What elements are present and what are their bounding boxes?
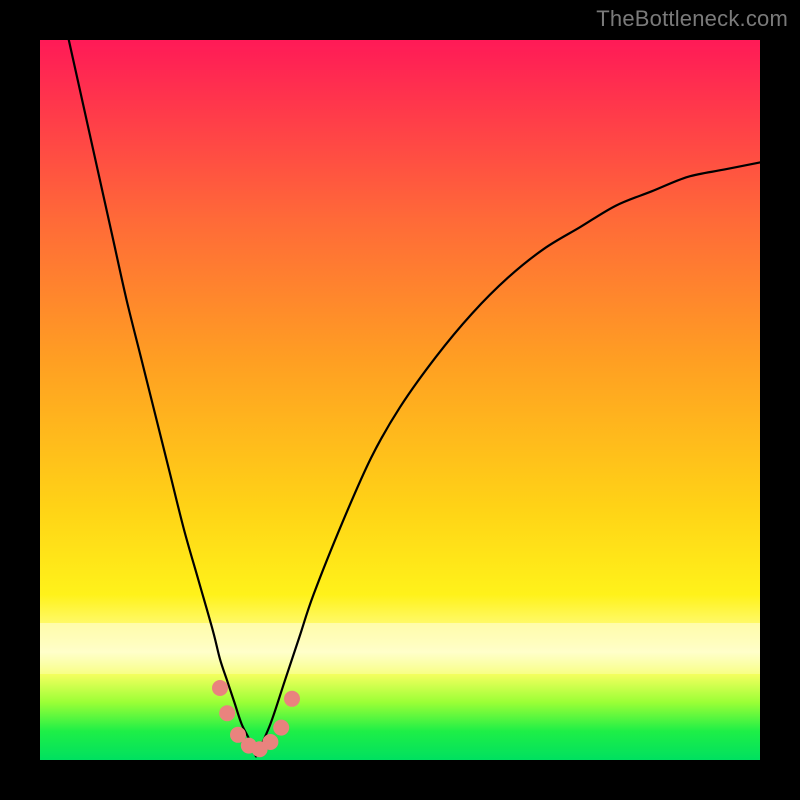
chart-frame: TheBottleneck.com [0, 0, 800, 800]
marker-dot [262, 734, 278, 750]
plot-area [40, 40, 760, 760]
marker-dot [219, 705, 235, 721]
marker-dot [273, 720, 289, 736]
right-curve [256, 162, 760, 756]
curve-layer [40, 40, 760, 760]
watermark-text: TheBottleneck.com [596, 6, 788, 32]
left-curve [69, 40, 256, 756]
marker-dots [212, 680, 300, 757]
marker-dot [212, 680, 228, 696]
marker-dot [284, 691, 300, 707]
